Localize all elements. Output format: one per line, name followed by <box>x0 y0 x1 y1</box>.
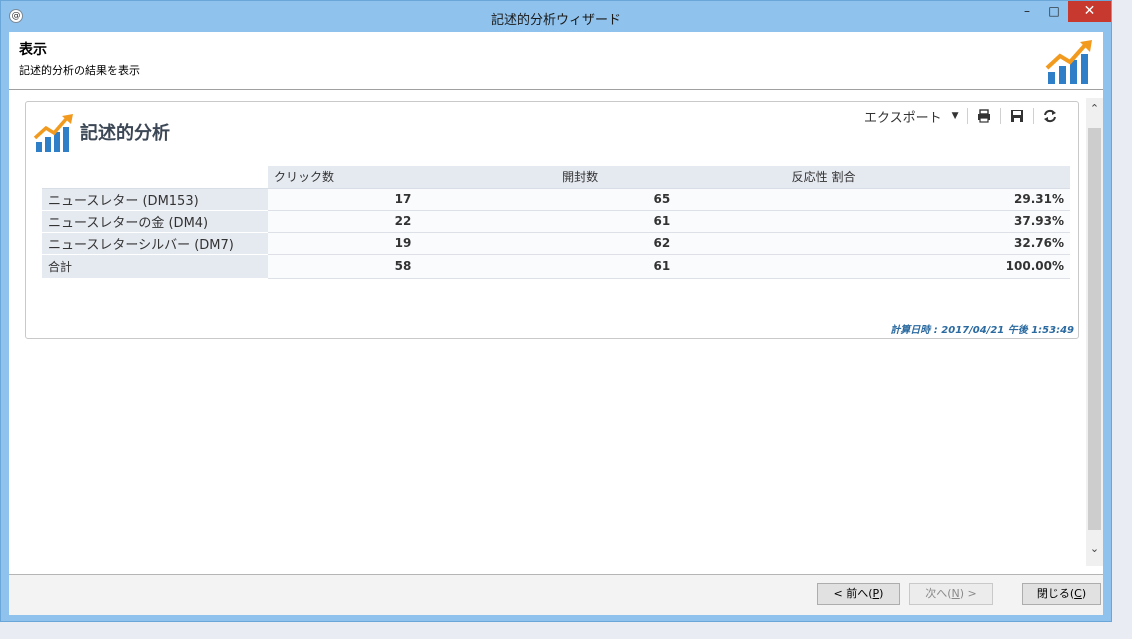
scrollbar-thumb[interactable] <box>1088 128 1101 530</box>
next-label-suffix: ) > <box>959 587 977 600</box>
title-bar[interactable]: @ 記述的分析ウィザード – □ ✕ <box>1 1 1111 31</box>
content-area: 記述的分析 エクスポート ▼ クリック数 開封数 反応性 割合 ニュースレター … <box>9 90 1103 574</box>
column-header-opens: 開封数 <box>538 166 786 189</box>
toolbar-divider <box>999 108 1001 124</box>
analysis-title: 記述的分析 <box>80 123 170 144</box>
table-header-row: クリック数 開封数 反応性 割合 <box>42 166 1070 189</box>
panel-toolbar: エクスポート ▼ <box>864 106 1058 126</box>
cell-ratio: 37.93% <box>785 210 1070 233</box>
cell-opens: 62 <box>538 232 786 255</box>
previous-button[interactable]: < 前へ(P) <box>817 583 900 605</box>
wizard-footer: < 前へ(P) 次へ(N) > 閉じる(C) <box>9 574 1103 615</box>
maximize-button[interactable]: □ <box>1041 1 1067 22</box>
total-opens: 61 <box>538 254 786 279</box>
table-corner-cell <box>42 166 268 189</box>
analytics-chart-icon <box>34 114 73 152</box>
chevron-down-icon[interactable]: ⌄ <box>1086 538 1103 560</box>
table-row: ニュースレターシルバー (DM7) 19 62 32.76% <box>42 232 1070 255</box>
next-accesskey: N <box>951 587 960 600</box>
minimize-button[interactable]: – <box>1014 1 1040 22</box>
close-window-button[interactable]: ✕ <box>1068 1 1111 22</box>
table-row: ニュースレターの金 (DM4) 22 61 37.93% <box>42 210 1070 233</box>
export-menu[interactable]: エクスポート <box>864 107 942 126</box>
total-label: 合計 <box>42 254 268 279</box>
previous-label-suffix: ) <box>879 587 884 600</box>
analytics-chart-icon <box>1045 40 1092 84</box>
row-label: ニュースレターシルバー (DM7) <box>42 232 268 255</box>
total-clicks: 58 <box>268 254 539 279</box>
client-area: 表示 記述的分析の結果を表示 記述的分析 エクスポート ▼ クリック数 開封数 … <box>9 32 1103 615</box>
refresh-icon[interactable] <box>1042 108 1058 124</box>
table-row: ニュースレター (DM153) 17 65 29.31% <box>42 188 1070 211</box>
previous-label: < 前へ( <box>833 587 873 600</box>
wizard-header: 表示 記述的分析の結果を表示 <box>9 32 1103 90</box>
cell-ratio: 32.76% <box>785 232 1070 255</box>
chevron-up-icon[interactable]: ⌃ <box>1086 98 1103 120</box>
total-ratio: 100.00% <box>785 254 1070 279</box>
calculation-timestamp: 計算日時 : 2017/04/21 午後 1:53:49 <box>890 325 1074 336</box>
window-title: 記述的分析ウィザード <box>490 13 621 28</box>
column-header-clicks: クリック数 <box>268 166 539 189</box>
cell-clicks: 19 <box>268 232 539 255</box>
cell-opens: 61 <box>538 210 786 233</box>
page-subtitle: 記述的分析の結果を表示 <box>19 64 140 77</box>
save-icon[interactable] <box>1009 108 1025 124</box>
toolbar-divider <box>966 108 968 124</box>
analysis-panel: 記述的分析 エクスポート ▼ クリック数 開封数 反応性 割合 ニュースレター … <box>25 101 1079 339</box>
row-label: ニュースレター (DM153) <box>42 188 268 211</box>
vertical-scrollbar[interactable]: ⌃ ⌄ <box>1086 98 1103 566</box>
next-label: 次へ( <box>925 587 952 600</box>
analysis-table: クリック数 開封数 反応性 割合 ニュースレター (DM153) 17 65 2… <box>42 166 1070 279</box>
table-total-row: 合計 58 61 100.00% <box>42 254 1070 279</box>
cell-ratio: 29.31% <box>785 188 1070 211</box>
cell-clicks: 17 <box>268 188 539 211</box>
toolbar-divider <box>1032 108 1034 124</box>
close-accesskey: C <box>1074 587 1082 600</box>
cell-clicks: 22 <box>268 210 539 233</box>
page-title: 表示 <box>19 42 47 58</box>
close-button[interactable]: 閉じる(C) <box>1022 583 1101 605</box>
column-header-ratio: 反応性 割合 <box>785 166 1070 189</box>
row-label: ニュースレターの金 (DM4) <box>42 210 268 233</box>
wizard-window: @ 記述的分析ウィザード – □ ✕ 表示 記述的分析の結果を表示 記述的分析 … <box>0 0 1112 622</box>
close-label: 閉じる( <box>1036 587 1075 600</box>
close-label-suffix: ) <box>1081 587 1087 600</box>
print-icon[interactable] <box>976 108 992 124</box>
chevron-down-icon[interactable]: ▼ <box>952 111 959 121</box>
next-button[interactable]: 次へ(N) > <box>909 583 993 605</box>
cell-opens: 65 <box>538 188 786 211</box>
